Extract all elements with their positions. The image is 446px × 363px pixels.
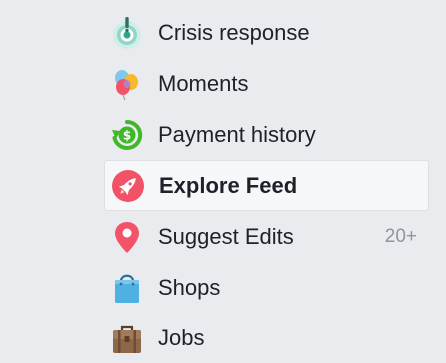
sidebar-item-label: Explore Feed	[159, 172, 298, 198]
count-badge: 20+	[384, 226, 417, 247]
sidebar-item-shops[interactable]: Shops	[104, 263, 429, 313]
svg-text:$: $	[123, 129, 131, 143]
sidebar-item-label: Moments	[158, 71, 249, 96]
shopping-bag-icon	[110, 271, 144, 305]
sidebar-item-suggest-edits[interactable]: Suggest Edits 20+	[104, 212, 429, 262]
sidebar-item-label: Jobs	[158, 325, 205, 350]
crisis-response-icon	[110, 16, 144, 50]
map-pin-icon	[110, 220, 144, 254]
payment-history-icon: $	[110, 118, 144, 152]
sidebar-menu: Crisis response Moments $ Payment histor…	[0, 0, 446, 363]
balloons-icon	[110, 67, 144, 101]
sidebar-item-label: Shops	[158, 275, 221, 300]
rocket-icon	[111, 169, 145, 203]
sidebar-item-jobs[interactable]: Jobs	[104, 313, 429, 363]
sidebar-item-crisis-response[interactable]: Crisis response	[104, 8, 429, 58]
sidebar-item-label: Crisis response	[158, 20, 310, 45]
sidebar-item-label: Payment history	[158, 122, 316, 147]
sidebar-item-explore-feed[interactable]: Explore Feed	[104, 160, 429, 211]
sidebar-item-payment-history[interactable]: $ Payment history	[104, 110, 429, 160]
sidebar-item-moments[interactable]: Moments	[104, 59, 429, 109]
briefcase-icon	[110, 321, 144, 355]
sidebar-item-label: Suggest Edits	[158, 224, 294, 249]
